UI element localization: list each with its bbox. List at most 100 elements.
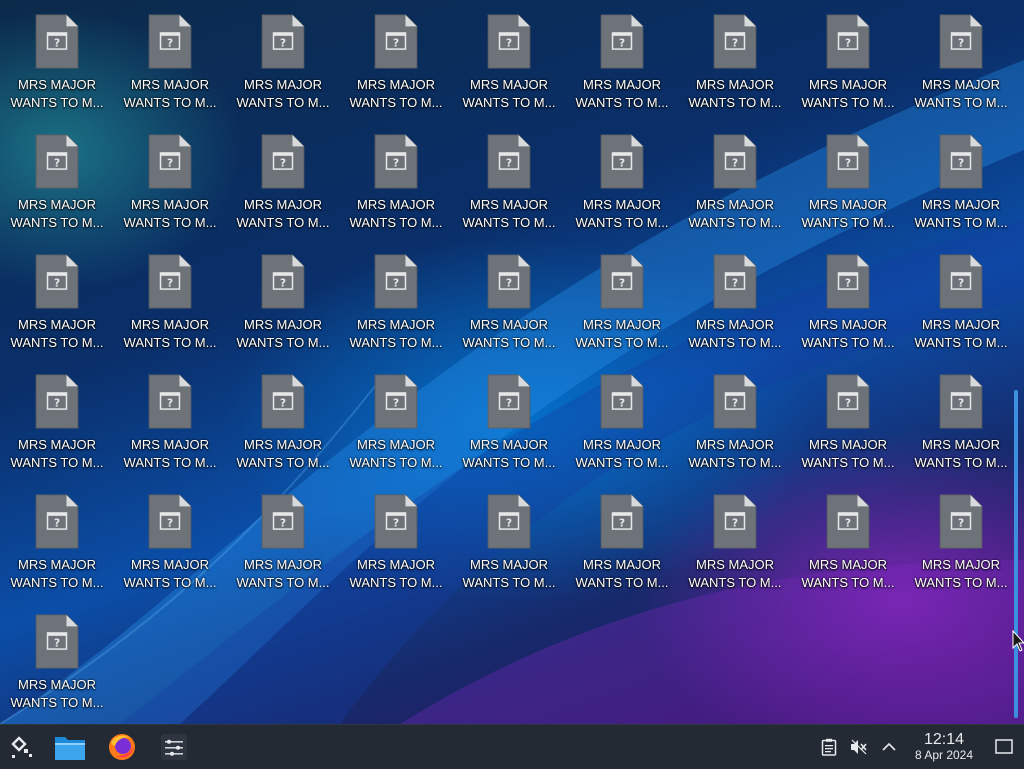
svg-text:?: ? (280, 518, 286, 530)
taskbar-firefox[interactable] (96, 725, 148, 769)
unknown-file-icon: ? (487, 494, 531, 549)
desktop-file-icon[interactable]: ? MRS MAJOR WANTS TO M... (683, 120, 787, 232)
desktop-file-icon[interactable]: ? MRS MAJOR WANTS TO M... (344, 480, 448, 592)
taskbar-system-settings[interactable] (148, 725, 200, 769)
desktop-file-icon[interactable]: ? MRS MAJOR WANTS TO M... (796, 240, 900, 352)
unknown-file-icon: ? (261, 14, 305, 69)
tray-expand-button[interactable] (874, 725, 904, 769)
file-label-line1: MRS MAJOR (696, 197, 774, 212)
unknown-file-icon: ? (148, 14, 192, 69)
svg-text:?: ? (280, 398, 286, 410)
file-label: MRS MAJOR WANTS TO M... (231, 436, 335, 472)
desktop-file-icon[interactable]: ? MRS MAJOR WANTS TO M... (457, 360, 561, 472)
file-label: MRS MAJOR WANTS TO M... (909, 436, 1013, 472)
file-label-line1: MRS MAJOR (18, 197, 96, 212)
desktop-file-icon[interactable]: ? MRS MAJOR WANTS TO M... (570, 240, 674, 352)
desktop-file-icon[interactable]: ? MRS MAJOR WANTS TO M... (5, 480, 109, 592)
file-label-line1: MRS MAJOR (131, 77, 209, 92)
file-label-line2: WANTS TO M... (801, 455, 895, 470)
desktop-file-icon[interactable]: ? MRS MAJOR WANTS TO M... (231, 0, 335, 112)
desktop-file-icon[interactable]: ? MRS MAJOR WANTS TO M... (118, 360, 222, 472)
desktop-file-icon[interactable]: ? MRS MAJOR WANTS TO M... (909, 360, 1013, 472)
svg-text:?: ? (167, 398, 173, 410)
svg-text:?: ? (845, 518, 851, 530)
desktop-file-icon[interactable]: ? MRS MAJOR WANTS TO M... (909, 0, 1013, 112)
desktop-file-icon[interactable]: ? MRS MAJOR WANTS TO M... (344, 0, 448, 112)
taskbar-file-manager[interactable] (44, 725, 96, 769)
file-label-line2: WANTS TO M... (801, 215, 895, 230)
desktop-file-icon[interactable]: ? MRS MAJOR WANTS TO M... (683, 240, 787, 352)
file-label: MRS MAJOR WANTS TO M... (231, 316, 335, 352)
desktop-file-icon[interactable]: ? MRS MAJOR WANTS TO M... (231, 240, 335, 352)
desktop-file-icon[interactable]: ? MRS MAJOR WANTS TO M... (457, 120, 561, 232)
desktop-file-icon[interactable]: ? MRS MAJOR WANTS TO M... (796, 120, 900, 232)
desktop-file-icon[interactable]: ? MRS MAJOR WANTS TO M... (683, 480, 787, 592)
svg-text:?: ? (732, 518, 738, 530)
desktop-file-icon[interactable]: ? MRS MAJOR WANTS TO M... (683, 360, 787, 472)
unknown-file-icon: ? (35, 374, 79, 429)
desktop-file-icon[interactable]: ? MRS MAJOR WANTS TO M... (909, 480, 1013, 592)
file-label: MRS MAJOR WANTS TO M... (457, 76, 561, 112)
svg-text:?: ? (619, 278, 625, 290)
desktop-file-icon[interactable]: ? MRS MAJOR WANTS TO M... (796, 360, 900, 472)
desktop-file-icon[interactable]: ? MRS MAJOR WANTS TO M... (344, 120, 448, 232)
desktop-file-icon[interactable]: ? MRS MAJOR WANTS TO M... (796, 480, 900, 592)
desktop-file-icon[interactable]: ? MRS MAJOR WANTS TO M... (570, 360, 674, 472)
svg-text:?: ? (393, 398, 399, 410)
file-label-line2: WANTS TO M... (10, 695, 104, 710)
desktop-file-icon[interactable]: ? MRS MAJOR WANTS TO M... (5, 120, 109, 232)
unknown-file-icon: ? (713, 14, 757, 69)
desktop-file-icon[interactable]: ? MRS MAJOR WANTS TO M... (118, 120, 222, 232)
unknown-file-icon: ? (261, 374, 305, 429)
file-label: MRS MAJOR WANTS TO M... (344, 556, 448, 592)
unknown-file-icon: ? (261, 494, 305, 549)
desktop-file-icon[interactable]: ? MRS MAJOR WANTS TO M... (683, 0, 787, 112)
desktop-file-icon[interactable]: ? MRS MAJOR WANTS TO M... (5, 0, 109, 112)
desktop-file-icon[interactable]: ? MRS MAJOR WANTS TO M... (909, 120, 1013, 232)
unknown-file-icon: ? (374, 494, 418, 549)
show-desktop-button[interactable] (984, 725, 1024, 769)
file-label-line2: WANTS TO M... (123, 215, 217, 230)
desktop-area[interactable]: ? MRS MAJOR WANTS TO M...? MRS MAJOR WANTS T… (0, 0, 1010, 724)
file-label: MRS MAJOR WANTS TO M... (683, 76, 787, 112)
svg-text:?: ? (393, 278, 399, 290)
unknown-file-icon: ? (487, 254, 531, 309)
desktop-file-icon[interactable]: ? MRS MAJOR WANTS TO M... (5, 600, 109, 712)
desktop-file-icon[interactable]: ? MRS MAJOR WANTS TO M... (457, 480, 561, 592)
volume-tray-button[interactable] (844, 725, 874, 769)
file-label: MRS MAJOR WANTS TO M... (796, 76, 900, 112)
desktop-file-icon[interactable]: ? MRS MAJOR WANTS TO M... (570, 480, 674, 592)
unknown-file-icon: ? (826, 14, 870, 69)
desktop-file-icon[interactable]: ? MRS MAJOR WANTS TO M... (570, 0, 674, 112)
file-label-line1: MRS MAJOR (922, 557, 1000, 572)
file-label-line2: WANTS TO M... (236, 95, 330, 110)
file-label-line2: WANTS TO M... (688, 215, 782, 230)
svg-text:?: ? (619, 158, 625, 170)
application-launcher-button[interactable] (0, 725, 44, 769)
desktop-file-icon[interactable]: ? MRS MAJOR WANTS TO M... (231, 120, 335, 232)
desktop-file-icon[interactable]: ? MRS MAJOR WANTS TO M... (570, 120, 674, 232)
svg-text:?: ? (619, 518, 625, 530)
unknown-file-icon: ? (939, 14, 983, 69)
desktop-scrollbar[interactable] (1014, 390, 1018, 718)
desktop-file-icon[interactable]: ? MRS MAJOR WANTS TO M... (118, 480, 222, 592)
desktop-file-icon[interactable]: ? MRS MAJOR WANTS TO M... (457, 0, 561, 112)
desktop-file-icon[interactable]: ? MRS MAJOR WANTS TO M... (796, 0, 900, 112)
file-label-line1: MRS MAJOR (583, 317, 661, 332)
desktop-file-icon[interactable]: ? MRS MAJOR WANTS TO M... (909, 240, 1013, 352)
clipboard-tray-button[interactable] (814, 725, 844, 769)
desktop-file-icon[interactable]: ? MRS MAJOR WANTS TO M... (118, 0, 222, 112)
desktop-file-icon[interactable]: ? MRS MAJOR WANTS TO M... (344, 240, 448, 352)
file-label: MRS MAJOR WANTS TO M... (5, 196, 109, 232)
desktop-file-icon[interactable]: ? MRS MAJOR WANTS TO M... (118, 240, 222, 352)
svg-text:?: ? (280, 278, 286, 290)
desktop-file-icon[interactable]: ? MRS MAJOR WANTS TO M... (5, 240, 109, 352)
desktop-file-icon[interactable]: ? MRS MAJOR WANTS TO M... (231, 360, 335, 472)
svg-text:?: ? (167, 38, 173, 50)
digital-clock[interactable]: 12:14 8 Apr 2024 (904, 731, 984, 763)
desktop-file-icon[interactable]: ? MRS MAJOR WANTS TO M... (344, 360, 448, 472)
desktop-file-icon[interactable]: ? MRS MAJOR WANTS TO M... (231, 480, 335, 592)
desktop-file-icon[interactable]: ? MRS MAJOR WANTS TO M... (457, 240, 561, 352)
desktop-file-icon[interactable]: ? MRS MAJOR WANTS TO M... (5, 360, 109, 472)
file-label: MRS MAJOR WANTS TO M... (796, 436, 900, 472)
